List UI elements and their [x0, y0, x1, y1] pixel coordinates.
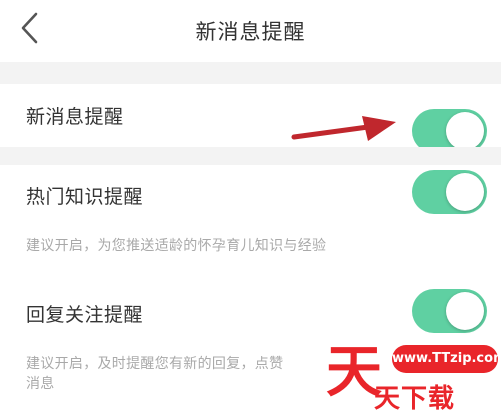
page-title: 新消息提醒 — [195, 20, 306, 44]
toggle-knob — [446, 112, 484, 150]
settings-screen: 新消息提醒 新消息提醒 热门知识提醒 建议开启，为您推送适龄的怀孕育儿知识与经验… — [0, 0, 501, 413]
setting-row-popular-knowledge: 热门知识提醒 建议开启，为您推送适龄的怀孕育儿知识与经验 — [0, 165, 501, 275]
setting-desc-popular-knowledge: 建议开启，为您推送适龄的怀孕育儿知识与经验 — [26, 238, 327, 254]
toggle-knob — [446, 292, 484, 330]
setting-desc-reply-follow: 建议开启，及时提醒您有新的回复，点赞 — [26, 356, 284, 372]
setting-label-reply-follow: 回复关注提醒 — [26, 304, 144, 326]
toggle-knob — [446, 173, 484, 211]
section-divider — [0, 62, 501, 84]
setting-label-popular-knowledge: 热门知识提醒 — [26, 186, 144, 208]
header-bar: 新消息提醒 — [0, 0, 501, 62]
toggle-reply-follow[interactable] — [412, 289, 487, 333]
setting-row-new-message: 新消息提醒 — [0, 84, 501, 153]
setting-label-new-message: 新消息提醒 — [26, 106, 124, 128]
toggle-popular-knowledge[interactable] — [412, 170, 487, 214]
watermark-url-badge: www.TTzip.com — [392, 345, 501, 373]
site-watermark: 天 www.TTzip.com 天下载 — [326, 332, 501, 413]
section-divider — [0, 147, 501, 165]
setting-desc-reply-follow-line2: 消息 — [26, 376, 55, 392]
annotation-arrow-icon — [291, 116, 396, 141]
watermark-text: 天下载 — [374, 384, 456, 413]
